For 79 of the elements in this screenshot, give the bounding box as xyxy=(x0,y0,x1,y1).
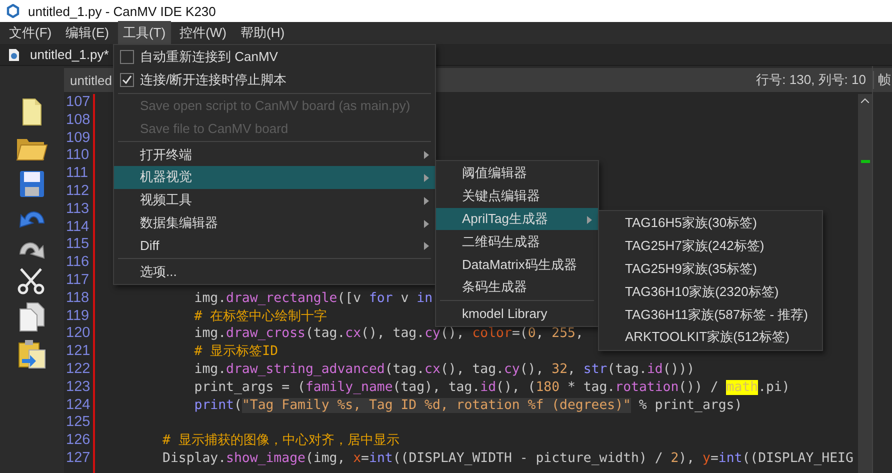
menu-item[interactable]: 二维码生成器 xyxy=(436,230,598,254)
scissors-icon[interactable] xyxy=(17,267,47,295)
checkbox[interactable] xyxy=(120,50,134,64)
menu-item[interactable]: 条码生成器 xyxy=(436,276,598,299)
code-line: # 显示捕获的图像，中心对齐，居中显示 xyxy=(162,432,400,450)
menu-item[interactable]: TAG36H11家族(587标签 - 推荐) xyxy=(599,303,822,326)
line-number: 115 xyxy=(65,236,90,254)
line-number: 119 xyxy=(65,308,90,326)
submenu-arrow-icon xyxy=(424,196,429,205)
menu-item[interactable]: TAG25H7家族(242标签) xyxy=(599,234,822,258)
menu-bar-item[interactable]: 控件(W) xyxy=(174,21,232,45)
menu-bar-item[interactable]: 帮助(H) xyxy=(236,21,290,45)
save-icon[interactable] xyxy=(19,170,45,198)
code-line: print_args = (family_name(tag), tag.id(), (180 * tag.rotation()) / math.pi) xyxy=(193,378,790,397)
panel-label: 帧 xyxy=(873,71,892,89)
line-number: 127 xyxy=(65,450,92,468)
menu-item[interactable]: Diff xyxy=(114,234,435,258)
menu-item[interactable]: TAG16H5家族(30标签) xyxy=(599,212,822,235)
line-number: 111 xyxy=(65,165,90,183)
copy-icon[interactable] xyxy=(19,302,45,332)
menu-item[interactable]: 选项... xyxy=(114,260,435,283)
menu-item[interactable]: 连接/断开连接时停止脚本 xyxy=(114,68,435,92)
checkbox[interactable] xyxy=(120,72,134,87)
editor-tab[interactable]: untitled xyxy=(70,72,112,88)
submenu-arrow-icon xyxy=(424,151,429,160)
app-logo-icon xyxy=(6,4,20,18)
menu-item[interactable]: 关键点编辑器 xyxy=(436,184,598,208)
python-file-icon xyxy=(8,48,20,62)
menu-item[interactable]: DataMatrix码生成器 xyxy=(436,253,598,276)
menu-item[interactable]: 机器视觉 xyxy=(114,166,435,189)
code-line: print("Tag Family %s, Tag ID %d, rotation %f (degrees)" % print_args) xyxy=(193,396,742,414)
change-marker-icon xyxy=(861,160,870,163)
menu-item[interactable]: TAG25H9家族(35标签) xyxy=(599,258,822,280)
line-number: 114 xyxy=(65,218,90,236)
menu-item[interactable]: TAG36H10家族(2320标签) xyxy=(599,280,822,304)
line-number: 125 xyxy=(65,414,92,432)
line-number: 112 xyxy=(65,182,90,201)
file-tab[interactable]: untitled_1.py* xyxy=(30,47,109,62)
line-number: 123 xyxy=(65,378,92,397)
code-line: img.draw_cross(tag.cx(), tag.cy(), color=(0, 255, xyxy=(193,325,584,344)
menu-item[interactable]: 数据集编辑器 xyxy=(114,212,435,234)
window-title: untitled_1.py - CanMV IDE K230 xyxy=(28,4,216,18)
line-number: 116 xyxy=(65,254,90,272)
line-number: 117 xyxy=(65,272,90,290)
submenu-arrow-icon xyxy=(424,242,429,250)
menu-item[interactable]: kmodel Library xyxy=(436,302,598,325)
submenu-arrow-icon xyxy=(424,174,429,182)
line-number: 120 xyxy=(65,325,92,344)
line-number: 109 xyxy=(65,130,92,148)
line-number: 107 xyxy=(65,94,92,112)
menu-item[interactable]: 阈值编辑器 xyxy=(436,162,598,185)
line-number: 126 xyxy=(65,432,92,450)
code-line: # 在标签中心绘制十字 xyxy=(193,308,328,326)
menu-item[interactable]: 视频工具 xyxy=(114,188,435,212)
menu-item[interactable]: 自动重新连接到 CanMV xyxy=(114,46,435,69)
code-line: # 显示标签ID xyxy=(193,343,278,361)
menu-bar-item[interactable]: 工具(T) xyxy=(118,21,171,45)
submenu-arrow-icon xyxy=(587,216,592,224)
scrollbar[interactable] xyxy=(858,94,872,473)
line-number: 110 xyxy=(65,147,90,166)
line-number: 113 xyxy=(65,200,90,219)
menu-item[interactable]: ARKTOOLKIT家族(512标签) xyxy=(599,326,822,349)
scroll-up-icon[interactable] xyxy=(861,98,869,103)
line-number: 108 xyxy=(65,112,92,130)
menu-item[interactable]: AprilTag生成器 xyxy=(436,208,598,230)
new-file-icon[interactable] xyxy=(21,98,43,126)
code-line: img.draw_rectangle([v for v in xyxy=(193,290,433,308)
paste-icon[interactable] xyxy=(18,339,46,369)
menu-bar-item[interactable]: 编辑(E) xyxy=(60,21,114,45)
menu-item[interactable]: 打开终端 xyxy=(114,143,435,166)
menu-bar-item[interactable]: 文件(F) xyxy=(4,21,57,45)
line-number: 122 xyxy=(65,360,92,379)
cursor-position: 行号: 130, 列号: 10 xyxy=(756,71,867,89)
line-number: 118 xyxy=(65,290,90,308)
line-number: 124 xyxy=(65,396,92,414)
code-line: Display.show_image(img, x=int((DISPLAY_WIDTH - picture_width) / 2), y=int((DISPLAY_HEIG xyxy=(162,450,854,468)
submenu-arrow-icon xyxy=(424,220,429,228)
line-number: 121 xyxy=(65,343,92,361)
code-line: img.draw_string_advanced(tag.cx(), tag.cy(), 32, str(tag.id())) xyxy=(193,360,695,379)
